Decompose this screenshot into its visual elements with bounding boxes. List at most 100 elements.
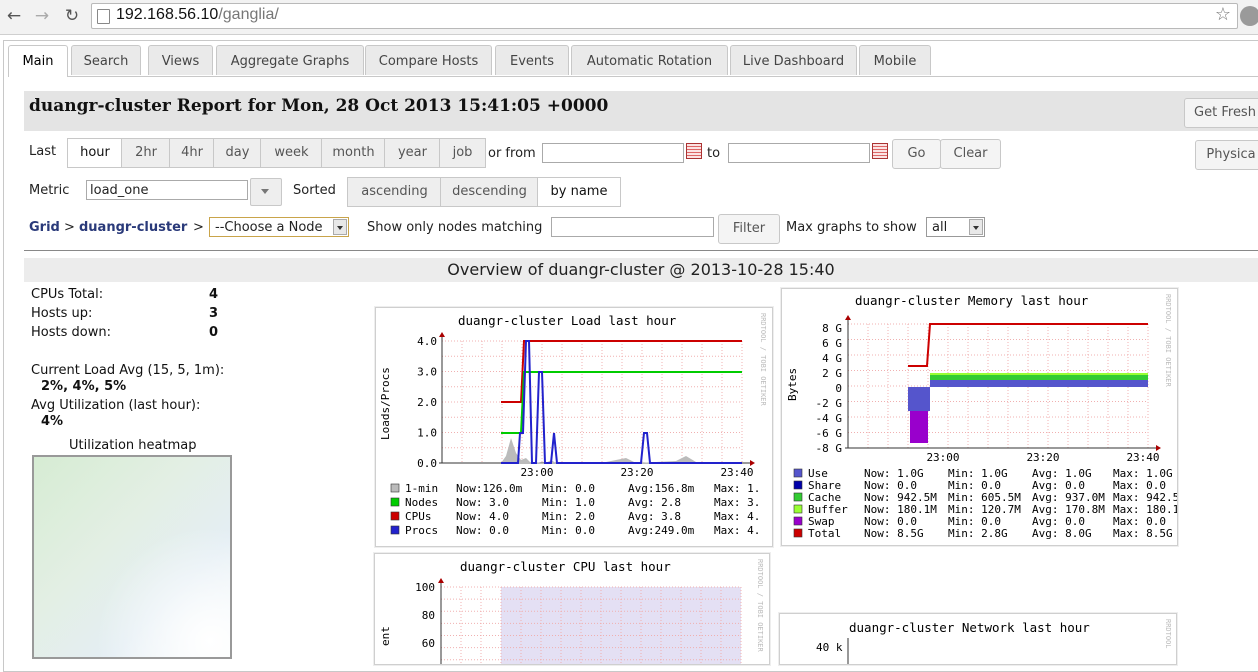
memory-graph-xticks: 23:00 23:20 23:40	[926, 451, 1159, 464]
memory-legend-swatch	[793, 480, 803, 490]
breadcrumb-cluster[interactable]: duangr-cluster	[79, 220, 187, 235]
memory-buffer-area	[930, 373, 1148, 375]
tab-events[interactable]: Events	[495, 45, 569, 75]
sort-ascending[interactable]: ascending	[347, 177, 442, 207]
hosts-up-label: Hosts up:	[31, 306, 93, 321]
range-hour[interactable]: hour	[67, 138, 123, 168]
load-legend-avg: Avg: 3.8	[628, 510, 681, 523]
tab-live-dashboard[interactable]: Live Dashboard	[730, 45, 857, 75]
calendar-icon[interactable]	[872, 143, 888, 159]
memory-graph-title: duangr-cluster Memory last hour	[855, 293, 1089, 308]
hosts-down-value: 0	[209, 325, 219, 340]
url-host: 192.168.56.10	[116, 6, 219, 23]
reload-icon[interactable]: ↻	[62, 6, 82, 26]
cpus-total-value: 4	[209, 287, 219, 302]
load-legend-max: Max: 1.	[714, 482, 760, 495]
sorted-label: Sorted	[293, 183, 336, 198]
show-only-label: Show only nodes matching	[367, 220, 543, 235]
max-graphs-select[interactable]: all	[926, 217, 985, 237]
tab-views[interactable]: Views	[148, 45, 213, 75]
load-ytick: 3.0	[417, 366, 437, 379]
get-fresh-button[interactable]: Get Fresh	[1184, 98, 1258, 128]
memory-legend-now: Now: 8.5G	[864, 527, 924, 540]
utilization-heatmap[interactable]	[32, 455, 232, 659]
load-ytick: 0.0	[417, 457, 437, 470]
load-graph-xticks: 23:00 23:20 23:40	[520, 466, 753, 479]
tab-compare-hosts[interactable]: Compare Hosts	[365, 45, 492, 75]
load-graph[interactable]: duangr-cluster Load last hour RRDTOOL / …	[375, 307, 773, 547]
cpu-arrow	[438, 578, 444, 583]
memory-graph-yticks: 8 G 6 G 4 G 2 G 0 -2 G -4 G -6 G -8 G	[816, 322, 843, 455]
calendar-icon[interactable]	[686, 143, 702, 159]
arrow-left-icon[interactable]: ←	[4, 6, 24, 26]
star-icon[interactable]: ☆	[1215, 4, 1231, 25]
cpu-graph[interactable]: duangr-cluster CPU last hour RRDTOOL / T…	[374, 553, 770, 672]
to-label: to	[707, 146, 721, 161]
tab-main[interactable]: Main	[8, 45, 68, 77]
memory-ytick: -6 G	[816, 427, 843, 440]
load-graph-grid	[439, 332, 755, 466]
range-month[interactable]: month	[321, 138, 386, 168]
divider	[24, 250, 1258, 251]
load-ytick: 4.0	[417, 335, 437, 348]
range-4hr[interactable]: 4hr	[169, 138, 215, 168]
sort-by-name[interactable]: by name	[537, 177, 621, 207]
metric-input[interactable]: load_one	[86, 180, 248, 200]
load-graph-legend: 1-min Now:126.0m Min: 0.0 Avg:156.8m Max: 1.…	[390, 482, 760, 537]
filter-button[interactable]: Filter	[718, 214, 780, 244]
memory-graph[interactable]: duangr-cluster Memory last hour RRDTOOL …	[781, 288, 1186, 546]
metric-label: Metric	[29, 183, 70, 198]
load-ytick: 2.0	[417, 396, 437, 409]
metric-dropdown-button[interactable]	[250, 178, 282, 206]
cpu-graph-watermark: RRDTOOL / TOBI OETIKER	[756, 559, 764, 653]
load-legend-min: Min: 0.0	[542, 482, 595, 495]
url-path: /ganglia/	[218, 6, 279, 23]
cpu-ytick: 100	[415, 581, 435, 594]
go-button[interactable]: Go	[892, 139, 941, 169]
physical-view-button[interactable]: Physica	[1195, 140, 1258, 170]
hosts-up-value: 3	[209, 306, 219, 321]
memory-legend-swatch	[793, 468, 803, 478]
load-legend-min: Min: 0.0	[542, 524, 595, 537]
load-arrow	[439, 332, 445, 337]
load-legend-now: Now:126.0m	[456, 482, 523, 495]
tab-aggregate-graphs[interactable]: Aggregate Graphs	[216, 45, 364, 75]
overview-header: Overview of duangr-cluster @ 2013-10-28 …	[24, 258, 1258, 282]
max-graphs-label: Max graphs to show	[786, 220, 917, 235]
tab-automatic-rotation[interactable]: Automatic Rotation	[571, 45, 728, 75]
node-filter-input[interactable]	[551, 217, 714, 237]
sort-descending[interactable]: descending	[440, 177, 539, 207]
tab-mobile[interactable]: Mobile	[859, 45, 931, 75]
load-legend-swatch	[390, 525, 400, 535]
breadcrumb-grid[interactable]: Grid	[29, 220, 60, 235]
network-graph-canvas: duangr-cluster Network last hour RRDTOOL…	[816, 619, 1172, 664]
network-graph[interactable]: duangr-cluster Network last hour RRDTOOL…	[779, 613, 1177, 665]
memory-graph-watermark: RRDTOOL / TOBI OETIKER	[1164, 294, 1172, 388]
load-graph-yticks: 4.0 3.0 2.0 1.0 0.0	[417, 335, 437, 470]
node-select[interactable]: --Choose a Node	[209, 217, 349, 237]
network-graph-title: duangr-cluster Network last hour	[849, 620, 1090, 635]
current-load-label: Current Load Avg (15, 5, 1m):	[31, 363, 225, 378]
address-bar[interactable]: 192.168.56.10/ganglia/ ☆	[91, 3, 1238, 29]
range-week[interactable]: week	[260, 138, 323, 168]
arrow-right-icon[interactable]: →	[32, 6, 52, 26]
load-graph-canvas: duangr-cluster Load last hour RRDTOOL / …	[379, 313, 767, 537]
load-legend-avg: Avg:249.0m	[628, 524, 695, 537]
report-header: duangr-cluster Report for Mon, 28 Oct 20…	[24, 91, 1258, 131]
or-from-label: or from	[488, 146, 536, 161]
load-legend-swatch	[390, 511, 400, 521]
clear-button[interactable]: Clear	[940, 139, 1001, 169]
tab-search[interactable]: Search	[71, 45, 141, 75]
load-legend-avg: Avg:156.8m	[628, 482, 695, 495]
memory-xtick: 23:40	[1126, 451, 1159, 464]
from-date-input[interactable]	[542, 143, 684, 163]
range-2hr[interactable]: 2hr	[121, 138, 171, 168]
cpu-graph-canvas: duangr-cluster CPU last hour RRDTOOL / T…	[379, 559, 764, 672]
range-day[interactable]: day	[213, 138, 262, 168]
avatar[interactable]	[1240, 6, 1258, 26]
memory-ytick: -4 G	[816, 412, 843, 425]
range-job[interactable]: job	[439, 138, 486, 168]
to-date-input[interactable]	[728, 143, 870, 163]
heatmap-label: Utilization heatmap	[69, 438, 197, 453]
range-year[interactable]: year	[384, 138, 441, 168]
